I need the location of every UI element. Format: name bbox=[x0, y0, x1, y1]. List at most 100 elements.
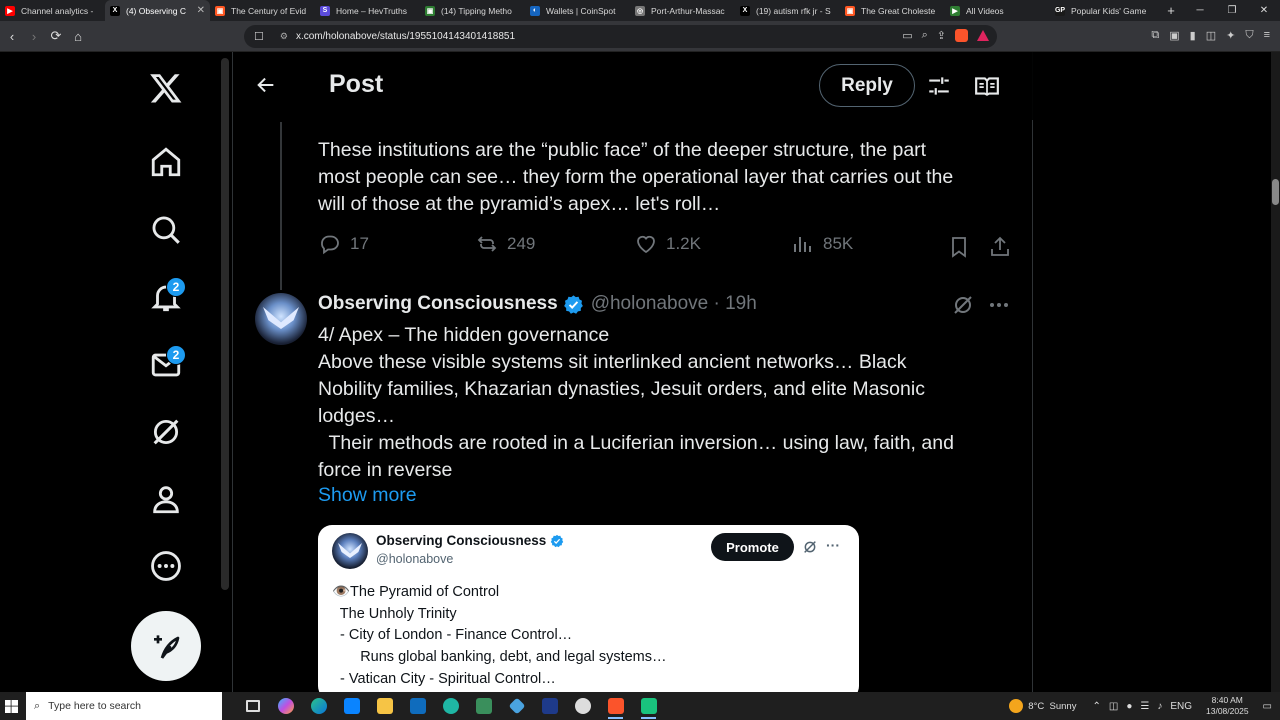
reader-mode-icon[interactable] bbox=[974, 73, 1000, 99]
show-more-link[interactable]: Show more bbox=[318, 484, 417, 507]
reload-icon[interactable]: ⟳ bbox=[46, 28, 66, 44]
url-text[interactable]: x.com/holonabove/status/1955104143401418… bbox=[296, 31, 515, 42]
compose-post-button[interactable] bbox=[131, 611, 201, 681]
close-window-button[interactable]: ✕ bbox=[1248, 5, 1280, 16]
notifications-badge: 2 bbox=[166, 277, 186, 297]
address-bar[interactable]: ☐ ⚙ x.com/holonabove/status/195510414340… bbox=[244, 25, 997, 48]
reply-button[interactable]: Reply bbox=[819, 64, 915, 107]
browser-tab[interactable]: X (4) Observing C ✕ bbox=[105, 0, 210, 21]
attached-image-card[interactable]: Observing Consciousness @holonabove Prom… bbox=[318, 525, 859, 692]
clock[interactable]: 8:40 AM 13/08/2025 bbox=[1206, 695, 1249, 717]
taskbar-search-input[interactable]: ⌕ Type here to search bbox=[26, 692, 222, 720]
weather-icon[interactable] bbox=[1009, 699, 1024, 713]
file-explorer-icon[interactable] bbox=[368, 692, 401, 720]
tab-favicon-icon: X bbox=[740, 5, 750, 16]
store-icon[interactable] bbox=[335, 692, 368, 720]
restore-button[interactable]: ❐ bbox=[1216, 5, 1248, 16]
tab-search-icon[interactable]: ▣ bbox=[1169, 29, 1179, 42]
more-options-icon[interactable] bbox=[987, 293, 1011, 317]
browser-tab[interactable]: ◎ Port-Arthur-Massac bbox=[630, 0, 735, 21]
wallet-icon[interactable]: ◫ bbox=[1206, 29, 1216, 42]
copilot-icon[interactable] bbox=[269, 692, 302, 720]
tab-label: (14) Tipping Metho bbox=[441, 5, 512, 16]
nav-scrollbar[interactable] bbox=[221, 58, 229, 590]
edge-icon[interactable] bbox=[302, 692, 335, 720]
reply-count: 17 bbox=[350, 234, 369, 253]
new-tab-button[interactable]: + bbox=[1161, 3, 1181, 18]
author-handle-time[interactable]: @holonabove · 19h bbox=[591, 293, 757, 315]
card-text-block: 👁️The Pyramid of Control The Unholy Trin… bbox=[332, 582, 852, 691]
menu-icon[interactable]: ≡ bbox=[1264, 29, 1270, 42]
messages-envelope-icon[interactable]: 2 bbox=[130, 337, 202, 393]
share-upload-icon[interactable] bbox=[988, 235, 1012, 259]
profile-person-icon[interactable] bbox=[130, 471, 202, 527]
task-view-icon[interactable] bbox=[236, 692, 269, 720]
notification-center-icon[interactable]: ▭ bbox=[1263, 701, 1272, 712]
mic-icon[interactable]: ● bbox=[1126, 701, 1132, 712]
app-icon[interactable] bbox=[533, 692, 566, 720]
language-indicator[interactable]: ENG bbox=[1170, 701, 1192, 712]
page-scrollbar[interactable] bbox=[1271, 52, 1280, 692]
grok-icon[interactable] bbox=[951, 293, 975, 317]
brave-shields-icon[interactable] bbox=[955, 29, 968, 42]
explore-search-icon[interactable] bbox=[130, 202, 202, 258]
share-icon[interactable]: ⇪ bbox=[937, 29, 946, 42]
outlook-icon[interactable] bbox=[401, 692, 434, 720]
filter-sliders-icon[interactable] bbox=[926, 73, 952, 99]
back-arrow-icon[interactable] bbox=[255, 74, 277, 96]
app-icon[interactable] bbox=[566, 692, 599, 720]
repost-action[interactable]: 249 bbox=[475, 232, 535, 256]
browser-tab[interactable]: ▣ The Great Choleste bbox=[840, 0, 945, 21]
cast-icon[interactable]: ▭ bbox=[902, 29, 912, 42]
grok-nav-icon[interactable] bbox=[130, 404, 202, 460]
like-count: 1.2K bbox=[666, 234, 701, 253]
card-more-icon: ··· bbox=[826, 537, 840, 553]
tab-label: (19) autism rfk jr - S bbox=[756, 5, 831, 16]
more-circle-icon[interactable] bbox=[130, 538, 202, 594]
vpn-icon[interactable]: ⛉ bbox=[1245, 29, 1253, 42]
chevron-up-icon[interactable]: ⌃ bbox=[1092, 701, 1100, 712]
like-action[interactable]: 1.2K bbox=[634, 232, 701, 256]
home-icon[interactable]: ⌂ bbox=[68, 29, 88, 44]
browser-tab[interactable]: ◐ Wallets | CoinSpot bbox=[525, 0, 630, 21]
brave-browser-icon[interactable] bbox=[599, 692, 632, 720]
browser-tab[interactable]: X (19) autism rfk jr - S bbox=[735, 0, 840, 21]
zoom-icon[interactable]: ⌕ bbox=[922, 29, 928, 42]
back-nav-icon[interactable]: ‹ bbox=[2, 29, 22, 44]
volume-icon[interactable]: ♪ bbox=[1157, 701, 1162, 712]
weather-text[interactable]: 8°C Sunny bbox=[1028, 701, 1076, 712]
bookmark-icon[interactable]: ☐ bbox=[254, 30, 264, 43]
site-info-icon[interactable]: ⚙ bbox=[280, 31, 288, 42]
network-icon[interactable]: ◫ bbox=[1109, 701, 1118, 712]
extensions-icon[interactable]: ⧉ bbox=[1151, 29, 1159, 42]
app-icon[interactable] bbox=[467, 692, 500, 720]
author-display-name[interactable]: Observing Consciousness bbox=[318, 293, 558, 315]
leo-icon[interactable]: ✦ bbox=[1226, 29, 1235, 42]
x-logo-icon[interactable] bbox=[130, 60, 202, 116]
wifi-icon[interactable]: ☰ bbox=[1140, 701, 1149, 712]
tweet-previous[interactable]: These institutions are the “public face”… bbox=[233, 120, 1033, 275]
reply-action[interactable]: 17 bbox=[318, 232, 369, 256]
app-icon[interactable] bbox=[434, 692, 467, 720]
browser-tab[interactable]: ▣ The Century of Evid bbox=[210, 0, 315, 21]
home-nav-icon[interactable] bbox=[130, 134, 202, 190]
sidebar-icon[interactable]: ▮ bbox=[1190, 29, 1196, 42]
forward-nav-icon[interactable]: › bbox=[24, 29, 44, 44]
views-action[interactable]: 85K bbox=[791, 232, 853, 256]
browser-tab[interactable]: S Home – HevTruths bbox=[315, 0, 420, 21]
tab-close-icon[interactable]: ✕ bbox=[197, 5, 205, 16]
app-icon[interactable] bbox=[632, 692, 665, 720]
app-icon[interactable] bbox=[500, 692, 533, 720]
scrollbar-thumb[interactable] bbox=[1272, 179, 1279, 205]
notifications-bell-icon[interactable]: 2 bbox=[130, 269, 202, 325]
minimize-button[interactable]: ─ bbox=[1184, 5, 1216, 16]
avatar[interactable] bbox=[255, 293, 307, 345]
bookmark-icon[interactable] bbox=[947, 235, 971, 259]
tweet-main[interactable]: Observing Consciousness @holonabove · 19… bbox=[233, 275, 1033, 692]
windows-start-icon[interactable] bbox=[0, 692, 22, 720]
browser-tab[interactable]: ▶ All Videos bbox=[945, 0, 1050, 21]
browser-tab[interactable]: ▶ Channel analytics - bbox=[0, 0, 105, 21]
brave-rewards-icon[interactable] bbox=[977, 30, 989, 41]
browser-tab[interactable]: GP Popular Kids' Game bbox=[1050, 0, 1155, 21]
browser-tab[interactable]: ▣ (14) Tipping Metho bbox=[420, 0, 525, 21]
